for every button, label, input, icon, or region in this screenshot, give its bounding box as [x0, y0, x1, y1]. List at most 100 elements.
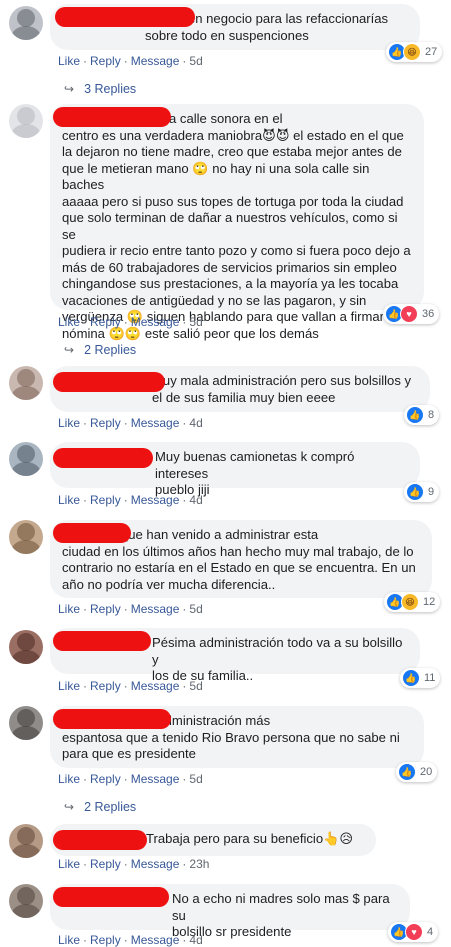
- redacted-name: [53, 709, 171, 729]
- avatar[interactable]: [9, 824, 43, 858]
- message-link[interactable]: Message: [131, 772, 180, 786]
- like-link[interactable]: Like: [58, 679, 80, 693]
- like-link[interactable]: Like: [58, 493, 80, 507]
- view-replies-link[interactable]: ↪ 2 Replies: [64, 343, 136, 357]
- comment-timestamp[interactable]: 5d: [189, 602, 202, 616]
- comment-actions: Like · Reply · Message · 4d: [58, 933, 203, 947]
- avatar[interactable]: [9, 6, 43, 40]
- like-reaction-icon: 👍: [406, 406, 424, 424]
- reply-link[interactable]: Reply: [90, 315, 121, 329]
- like-link[interactable]: Like: [58, 416, 80, 430]
- like-reaction-icon: 👍: [406, 483, 424, 501]
- love-reaction-icon: ♥: [400, 305, 418, 323]
- comment-bubble: Trabaja pero para su beneficio👆😥: [50, 824, 376, 856]
- avatar[interactable]: [9, 104, 43, 138]
- comment-actions: Like · Reply · Message · 4d: [58, 416, 203, 430]
- reaction-summary[interactable]: 👍 11: [400, 668, 441, 688]
- reaction-summary[interactable]: 👍 ♥ 4: [388, 922, 439, 942]
- message-link[interactable]: Message: [131, 602, 180, 616]
- comment-text: Trabaja pero para su beneficio👆😥: [146, 831, 354, 846]
- reaction-summary[interactable]: 👍 ♥ 36: [383, 304, 440, 324]
- comment-actions: Like · Reply · Message · 23h: [58, 857, 210, 871]
- comment-bubble: Muy buenas camionetas k compró intereses…: [50, 442, 420, 497]
- haha-reaction-icon: 😆: [403, 43, 421, 61]
- reply-arrow-icon: ↪: [64, 343, 75, 357]
- reaction-summary[interactable]: 👍 😆 12: [384, 592, 441, 612]
- reaction-count: 27: [425, 46, 438, 58]
- comment-bubble: Muy buen negocio para las refaccionarías…: [50, 4, 420, 50]
- comment-bubble: De lo peor es la administración más espa…: [50, 706, 424, 768]
- comment-timestamp[interactable]: 23h: [189, 857, 209, 871]
- reply-link[interactable]: Reply: [90, 416, 121, 430]
- comment-actions: Like · Reply · Message · 5d: [58, 315, 203, 329]
- message-link[interactable]: Message: [131, 933, 180, 947]
- reply-link[interactable]: Reply: [90, 679, 121, 693]
- reaction-summary[interactable]: 👍 9: [404, 482, 440, 502]
- avatar[interactable]: [9, 706, 43, 740]
- reaction-summary[interactable]: 👍 8: [404, 405, 440, 425]
- reply-arrow-icon: ↪: [64, 800, 75, 814]
- like-reaction-icon: 👍: [398, 763, 416, 781]
- avatar[interactable]: [9, 630, 43, 664]
- comment-timestamp[interactable]: 4d: [189, 493, 202, 507]
- comment-text: Pésima administración todo va a su bolsi…: [152, 635, 403, 683]
- redacted-name: [53, 887, 169, 907]
- like-link[interactable]: Like: [58, 315, 80, 329]
- message-link[interactable]: Message: [131, 54, 180, 68]
- avatar[interactable]: [9, 366, 43, 400]
- comment-actions: Like · Reply · Message · 5d: [58, 772, 203, 786]
- reply-link[interactable]: Reply: [90, 933, 121, 947]
- comment-timestamp[interactable]: 4d: [189, 933, 202, 947]
- reaction-summary[interactable]: 👍 20: [396, 762, 438, 782]
- reply-link[interactable]: Reply: [90, 857, 121, 871]
- haha-reaction-icon: 😆: [401, 593, 419, 611]
- reply-link[interactable]: Reply: [90, 54, 121, 68]
- reaction-count: 12: [423, 596, 436, 608]
- reaction-summary[interactable]: 👍 😆 27: [386, 42, 443, 62]
- reply-arrow-icon: ↪: [64, 82, 75, 96]
- message-link[interactable]: Message: [131, 416, 180, 430]
- redacted-name: [53, 372, 165, 392]
- message-link[interactable]: Message: [131, 679, 180, 693]
- reply-link[interactable]: Reply: [90, 772, 121, 786]
- comment-timestamp[interactable]: 5d: [189, 315, 202, 329]
- message-link[interactable]: Message: [131, 315, 180, 329]
- avatar[interactable]: [9, 884, 43, 918]
- message-link[interactable]: Message: [131, 857, 180, 871]
- view-replies-link[interactable]: ↪ 3 Replies: [64, 82, 136, 96]
- reply-link[interactable]: Reply: [90, 493, 121, 507]
- comment-text: Muy mala administración pero sus bolsill…: [152, 373, 412, 405]
- comment-bubble: Muy mala administración pero sus bolsill…: [50, 366, 430, 412]
- love-reaction-icon: ♥: [405, 923, 423, 941]
- reaction-count: 8: [428, 409, 435, 421]
- reply-link[interactable]: Reply: [90, 602, 121, 616]
- redacted-name: [55, 7, 195, 27]
- message-link[interactable]: Message: [131, 493, 180, 507]
- redacted-name: [53, 107, 171, 127]
- view-replies-link[interactable]: ↪ 2 Replies: [64, 800, 136, 814]
- redacted-name: [53, 631, 151, 651]
- comment-timestamp[interactable]: 5d: [189, 679, 202, 693]
- comment-actions: Like · Reply · Message · 4d: [58, 493, 203, 507]
- like-link[interactable]: Like: [58, 772, 80, 786]
- reaction-count: 4: [427, 926, 434, 938]
- comment-text: Muy buenas camionetas k compró intereses…: [155, 449, 355, 497]
- avatar[interactable]: [9, 442, 43, 476]
- comment-timestamp[interactable]: 5d: [189, 54, 202, 68]
- comment-bubble: Todos los que han venido a administrar e…: [50, 520, 432, 598]
- comment-text: Nomas pasar por la calle sonora en el ce…: [62, 111, 411, 341]
- comment-actions: Like · Reply · Message · 5d: [58, 679, 203, 693]
- comment-actions: Like · Reply · Message · 5d: [58, 54, 203, 68]
- comment-timestamp[interactable]: 5d: [189, 772, 202, 786]
- avatar[interactable]: [9, 520, 43, 554]
- like-link[interactable]: Like: [58, 857, 80, 871]
- like-link[interactable]: Like: [58, 54, 80, 68]
- comment-timestamp[interactable]: 4d: [189, 416, 202, 430]
- redacted-name: [53, 448, 153, 468]
- like-link[interactable]: Like: [58, 933, 80, 947]
- like-link[interactable]: Like: [58, 602, 80, 616]
- redacted-name: [53, 523, 131, 543]
- reaction-count: 20: [420, 766, 433, 778]
- comment-bubble: No a echo ni madres solo mas $ para su b…: [50, 884, 410, 939]
- like-reaction-icon: 👍: [402, 669, 420, 687]
